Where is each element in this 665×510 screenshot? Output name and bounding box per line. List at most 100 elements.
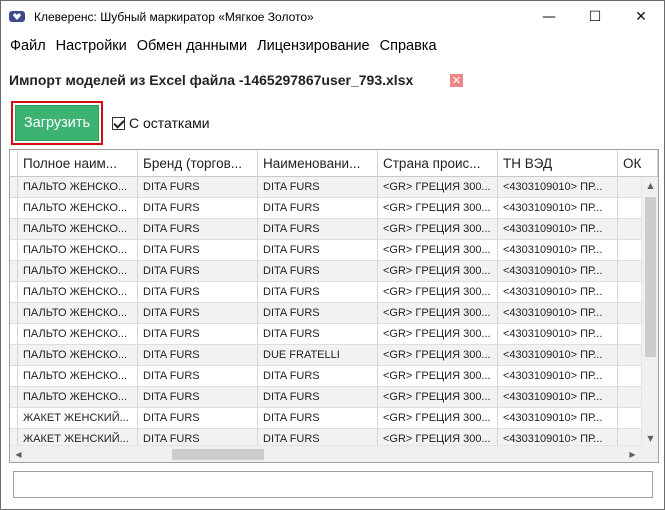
- cell-row-indicator[interactable]: [10, 303, 18, 323]
- cell-row-indicator[interactable]: [10, 282, 18, 302]
- table-row[interactable]: ПАЛЬТО ЖЕНСКО... DITA FURS DITA FURS <GR> Г…: [10, 219, 658, 240]
- cell-row-indicator[interactable]: [10, 261, 18, 281]
- table-row[interactable]: ПАЛЬТО ЖЕНСКО... DITA FURS DITA FURS <GR> Г…: [10, 282, 658, 303]
- cell-full-name[interactable]: ПАЛЬТО ЖЕНСКО...: [18, 387, 138, 407]
- column-header-tn-ved[interactable]: ТН ВЭД: [498, 150, 618, 177]
- cell-country[interactable]: <GR> ГРЕЦИЯ 300...: [378, 345, 498, 365]
- cell-tn-ved[interactable]: <4303109010> ПР...: [498, 345, 618, 365]
- cell-name[interactable]: DITA FURS: [258, 177, 378, 197]
- models-table[interactable]: Полное наим... Бренд (торгов... Наименов…: [9, 149, 659, 463]
- cell-name[interactable]: DITA FURS: [258, 303, 378, 323]
- cell-brand[interactable]: DITA FURS: [138, 324, 258, 344]
- table-row[interactable]: ПАЛЬТО ЖЕНСКО... DITA FURS DITA FURS <GR> Г…: [10, 366, 658, 387]
- cell-row-indicator[interactable]: [10, 324, 18, 344]
- cell-full-name[interactable]: ПАЛЬТО ЖЕНСКО...: [18, 240, 138, 260]
- cell-full-name[interactable]: ПАЛЬТО ЖЕНСКО...: [18, 198, 138, 218]
- title-bar[interactable]: Клеверенс: Шубный маркиратор «Мягкое Зол…: [1, 1, 664, 32]
- cell-country[interactable]: <GR> ГРЕЦИЯ 300...: [378, 408, 498, 428]
- cell-full-name[interactable]: ПАЛЬТО ЖЕНСКО...: [18, 345, 138, 365]
- horizontal-scroll-thumb[interactable]: [172, 449, 264, 460]
- cell-full-name[interactable]: ПАЛЬТО ЖЕНСКО...: [18, 177, 138, 197]
- cell-country[interactable]: <GR> ГРЕЦИЯ 300...: [378, 240, 498, 260]
- cell-country[interactable]: <GR> ГРЕЦИЯ 300...: [378, 303, 498, 323]
- load-button[interactable]: Загрузить: [15, 105, 99, 141]
- cell-tn-ved[interactable]: <4303109010> ПР...: [498, 240, 618, 260]
- cell-name[interactable]: DITA FURS: [258, 366, 378, 386]
- cell-tn-ved[interactable]: <4303109010> ПР...: [498, 219, 618, 239]
- table-row[interactable]: ПАЛЬТО ЖЕНСКО... DITA FURS DUE FRATELLI <GR…: [10, 345, 658, 366]
- checkbox-checked-icon[interactable]: [112, 116, 125, 130]
- scroll-up-icon[interactable]: ▲: [642, 177, 658, 194]
- cell-row-indicator[interactable]: [10, 240, 18, 260]
- column-header-ok[interactable]: ОК: [618, 150, 658, 177]
- cell-country[interactable]: <GR> ГРЕЦИЯ 300...: [378, 324, 498, 344]
- cell-row-indicator[interactable]: [10, 408, 18, 428]
- cell-brand[interactable]: DITA FURS: [138, 240, 258, 260]
- close-import-icon[interactable]: ✕: [450, 74, 463, 87]
- cell-brand[interactable]: DITA FURS: [138, 282, 258, 302]
- with-stock-checkbox[interactable]: С остатками: [112, 115, 210, 131]
- cell-brand[interactable]: DITA FURS: [138, 345, 258, 365]
- cell-full-name[interactable]: ПАЛЬТО ЖЕНСКО...: [18, 303, 138, 323]
- vertical-scrollbar[interactable]: ▲ ▼: [641, 177, 658, 447]
- cell-name[interactable]: DITA FURS: [258, 240, 378, 260]
- column-header-brand[interactable]: Бренд (торгов...: [138, 150, 258, 177]
- cell-brand[interactable]: DITA FURS: [138, 219, 258, 239]
- cell-tn-ved[interactable]: <4303109010> ПР...: [498, 303, 618, 323]
- column-header-row-indicator[interactable]: [10, 150, 18, 177]
- menu-data-exchange[interactable]: Обмен данными: [132, 38, 252, 54]
- cell-brand[interactable]: DITA FURS: [138, 408, 258, 428]
- table-row[interactable]: ПАЛЬТО ЖЕНСКО... DITA FURS DITA FURS <GR> Г…: [10, 387, 658, 408]
- cell-country[interactable]: <GR> ГРЕЦИЯ 300...: [378, 177, 498, 197]
- column-header-country[interactable]: Страна проис...: [378, 150, 498, 177]
- cell-tn-ved[interactable]: <4303109010> ПР...: [498, 387, 618, 407]
- cell-country[interactable]: <GR> ГРЕЦИЯ 300...: [378, 261, 498, 281]
- table-row[interactable]: ПАЛЬТО ЖЕНСКО... DITA FURS DITA FURS <GR> Г…: [10, 240, 658, 261]
- maximize-button[interactable]: ☐: [572, 1, 618, 32]
- cell-full-name[interactable]: ПАЛЬТО ЖЕНСКО...: [18, 282, 138, 302]
- cell-name[interactable]: DUE FRATELLI: [258, 345, 378, 365]
- minimize-button[interactable]: —: [526, 1, 572, 32]
- menu-file[interactable]: Файл: [5, 38, 51, 54]
- table-row[interactable]: ПАЛЬТО ЖЕНСКО... DITA FURS DITA FURS <GR> Г…: [10, 198, 658, 219]
- cell-name[interactable]: DITA FURS: [258, 198, 378, 218]
- cell-tn-ved[interactable]: <4303109010> ПР...: [498, 324, 618, 344]
- cell-country[interactable]: <GR> ГРЕЦИЯ 300...: [378, 366, 498, 386]
- cell-brand[interactable]: DITA FURS: [138, 366, 258, 386]
- cell-tn-ved[interactable]: <4303109010> ПР...: [498, 198, 618, 218]
- cell-tn-ved[interactable]: <4303109010> ПР...: [498, 177, 618, 197]
- cell-tn-ved[interactable]: <4303109010> ПР...: [498, 408, 618, 428]
- scroll-left-icon[interactable]: ◀: [10, 446, 27, 462]
- cell-country[interactable]: <GR> ГРЕЦИЯ 300...: [378, 387, 498, 407]
- cell-row-indicator[interactable]: [10, 219, 18, 239]
- menu-licensing[interactable]: Лицензирование: [252, 38, 374, 54]
- cell-brand[interactable]: DITA FURS: [138, 261, 258, 281]
- cell-name[interactable]: DITA FURS: [258, 387, 378, 407]
- cell-full-name[interactable]: ПАЛЬТО ЖЕНСКО...: [18, 366, 138, 386]
- column-header-name[interactable]: Наименовани...: [258, 150, 378, 177]
- cell-country[interactable]: <GR> ГРЕЦИЯ 300...: [378, 282, 498, 302]
- cell-full-name[interactable]: ПАЛЬТО ЖЕНСКО...: [18, 219, 138, 239]
- cell-brand[interactable]: DITA FURS: [138, 303, 258, 323]
- cell-country[interactable]: <GR> ГРЕЦИЯ 300...: [378, 219, 498, 239]
- cell-name[interactable]: DITA FURS: [258, 324, 378, 344]
- table-row[interactable]: ЖАКЕТ ЖЕНСКИЙ... DITA FURS DITA FURS <GR> Г…: [10, 408, 658, 429]
- cell-full-name[interactable]: ЖАКЕТ ЖЕНСКИЙ...: [18, 408, 138, 428]
- cell-row-indicator[interactable]: [10, 387, 18, 407]
- cell-tn-ved[interactable]: <4303109010> ПР...: [498, 261, 618, 281]
- cell-row-indicator[interactable]: [10, 198, 18, 218]
- cell-country[interactable]: <GR> ГРЕЦИЯ 300...: [378, 198, 498, 218]
- cell-name[interactable]: DITA FURS: [258, 282, 378, 302]
- close-button[interactable]: ✕: [618, 1, 664, 32]
- cell-brand[interactable]: DITA FURS: [138, 198, 258, 218]
- horizontal-scrollbar[interactable]: ◀ ▶: [10, 445, 641, 462]
- cell-row-indicator[interactable]: [10, 366, 18, 386]
- cell-brand[interactable]: DITA FURS: [138, 177, 258, 197]
- cell-tn-ved[interactable]: <4303109010> ПР...: [498, 282, 618, 302]
- cell-name[interactable]: DITA FURS: [258, 219, 378, 239]
- menu-settings[interactable]: Настройки: [51, 38, 132, 54]
- cell-row-indicator[interactable]: [10, 345, 18, 365]
- cell-name[interactable]: DITA FURS: [258, 408, 378, 428]
- cell-tn-ved[interactable]: <4303109010> ПР...: [498, 366, 618, 386]
- table-row[interactable]: ПАЛЬТО ЖЕНСКО... DITA FURS DITA FURS <GR> Г…: [10, 324, 658, 345]
